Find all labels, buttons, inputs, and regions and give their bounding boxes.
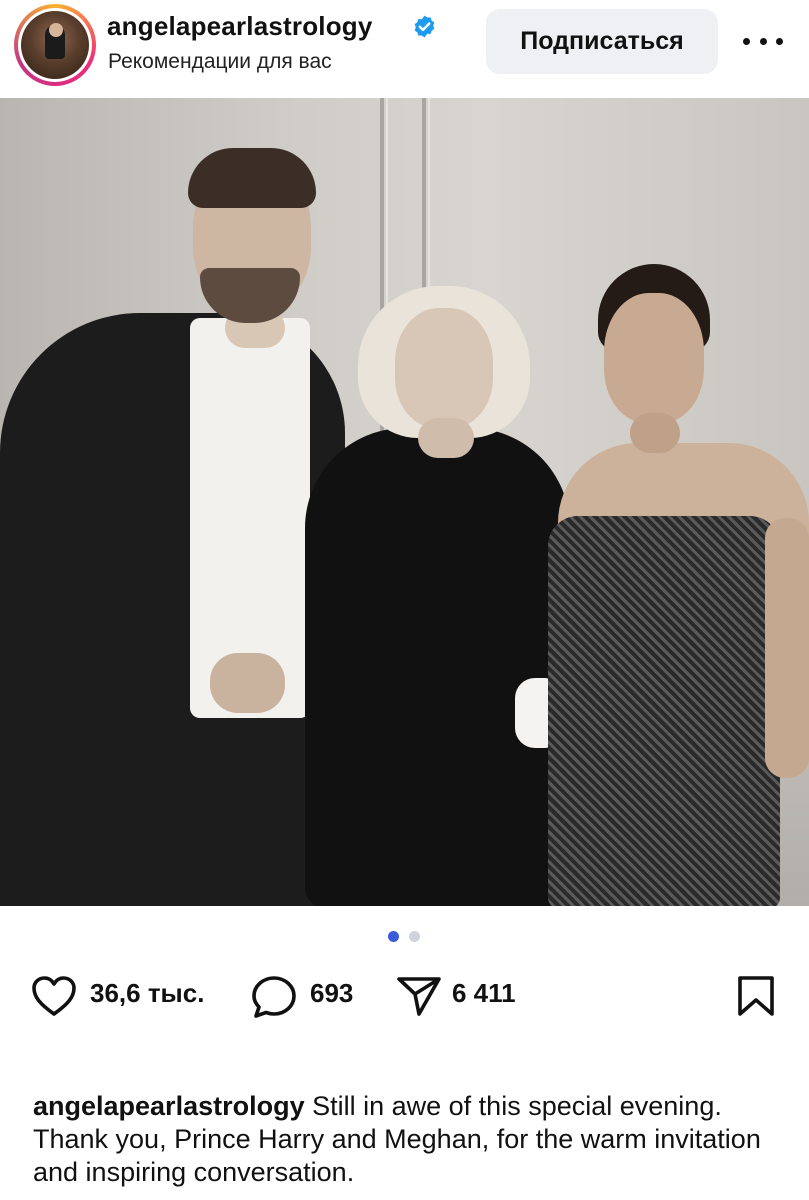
carousel-indicator xyxy=(388,931,424,943)
carousel-dot-active xyxy=(388,931,399,942)
action-bar: 36,6 тыс. 693 6 411 xyxy=(0,962,809,1028)
shares-count[interactable]: 6 411 xyxy=(452,978,516,1009)
avatar-photo xyxy=(21,11,89,79)
avatar[interactable] xyxy=(14,4,96,86)
post-caption: angelapearlastrology Still in awe of thi… xyxy=(33,1090,793,1189)
follow-button[interactable]: Подписаться xyxy=(486,9,718,74)
username[interactable]: angelapearlastrology xyxy=(107,11,373,42)
share-icon[interactable] xyxy=(395,974,443,1018)
verified-badge-icon xyxy=(414,15,435,38)
carousel-dot xyxy=(409,931,420,942)
likes-count[interactable]: 36,6 тыс. xyxy=(90,978,204,1009)
post-header: angelapearlastrology Рекомендации для ва… xyxy=(0,0,809,98)
comments-count[interactable]: 693 xyxy=(310,978,353,1009)
instagram-post: angelapearlastrology Рекомендации для ва… xyxy=(0,0,809,1200)
caption-username[interactable]: angelapearlastrology xyxy=(33,1091,305,1121)
heart-icon[interactable] xyxy=(30,974,78,1018)
bookmark-icon[interactable] xyxy=(736,974,776,1018)
post-photo[interactable] xyxy=(0,98,809,906)
comment-icon[interactable] xyxy=(250,974,298,1020)
more-options-icon[interactable] xyxy=(743,26,783,56)
recommendation-label: Рекомендации для вас xyxy=(108,50,332,73)
